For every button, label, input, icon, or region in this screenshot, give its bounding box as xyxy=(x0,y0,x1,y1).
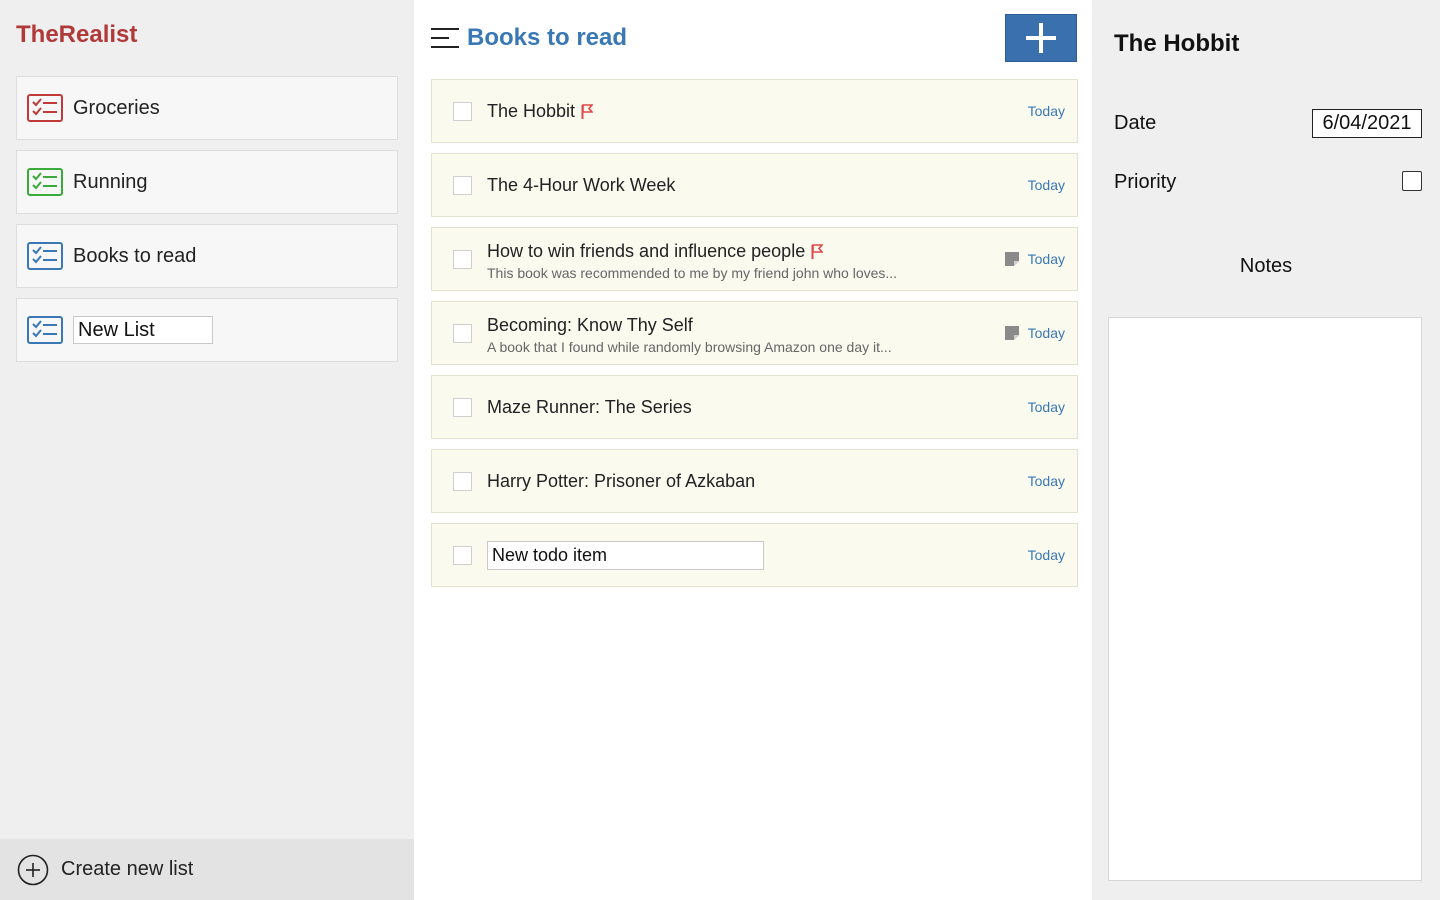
todo-checkbox[interactable] xyxy=(453,250,472,269)
new-list-name-input[interactable] xyxy=(73,316,213,344)
todo-checkbox[interactable] xyxy=(453,102,472,121)
list-label: Books to read xyxy=(73,244,197,267)
create-new-list-label: Create new list xyxy=(61,858,194,880)
todo-title-text: How to win friends and influence people xyxy=(487,241,806,261)
todo-item[interactable]: Maze Runner: The Series Today xyxy=(431,375,1078,439)
todo-item-new: Today xyxy=(431,523,1078,587)
date-label: Date xyxy=(1114,112,1157,134)
flag-icon xyxy=(581,104,594,119)
todo-list-panel: Books to read The Hobbit Today The 4-Hou… xyxy=(414,0,1092,900)
todo-note-preview: A book that I found while randomly brows… xyxy=(487,339,892,355)
create-new-list-button[interactable]: Create new list xyxy=(0,839,414,900)
note-icon xyxy=(1005,252,1019,266)
checklist-icon xyxy=(27,242,63,270)
checklist-icon xyxy=(27,94,63,122)
todo-item[interactable]: How to win friends and influence people … xyxy=(431,227,1078,291)
todo-note-preview: This book was recommended to me by my fr… xyxy=(487,265,898,281)
sidebar: TheRealist Groceries Running Books to re… xyxy=(0,0,414,900)
todo-due-date: Today xyxy=(1027,399,1065,415)
todo-title: The 4-Hour Work Week xyxy=(487,175,676,195)
todo-title: The Hobbit xyxy=(487,101,594,122)
sidebar-list-books-to-read[interactable]: Books to read xyxy=(16,224,398,288)
todo-item[interactable]: The Hobbit Today xyxy=(431,79,1078,143)
app-logo: TheRealist xyxy=(16,21,138,48)
plus-icon xyxy=(1026,23,1056,53)
list-label: Running xyxy=(73,170,148,193)
todo-checkbox[interactable] xyxy=(453,398,472,417)
detail-panel: The Hobbit Date 6/04/2021 Priority Notes xyxy=(1092,0,1440,900)
todo-due-date: Today xyxy=(1027,177,1065,193)
notes-textarea[interactable] xyxy=(1108,317,1422,881)
new-todo-input[interactable] xyxy=(487,541,764,570)
todo-item[interactable]: The 4-Hour Work Week Today xyxy=(431,153,1078,217)
list-label: Groceries xyxy=(73,96,160,119)
todo-title: How to win friends and influence people xyxy=(487,241,824,262)
todo-due-date: Today xyxy=(1027,547,1065,563)
todo-due-date: Today xyxy=(1027,325,1065,341)
notes-heading: Notes xyxy=(1239,255,1293,277)
date-field[interactable]: 6/04/2021 xyxy=(1312,109,1422,138)
checklist-icon xyxy=(27,316,63,344)
todo-title: Harry Potter: Prisoner of Azkaban xyxy=(487,471,756,491)
todo-title-text: The Hobbit xyxy=(487,101,576,121)
todo-checkbox[interactable] xyxy=(453,176,472,195)
todo-title: Becoming: Know Thy Self xyxy=(487,315,693,335)
priority-checkbox[interactable] xyxy=(1402,171,1422,191)
todo-item[interactable]: Becoming: Know Thy Self A book that I fo… xyxy=(431,301,1078,365)
todo-due-date: Today xyxy=(1027,473,1065,489)
todo-due-date: Today xyxy=(1027,251,1065,267)
add-todo-button[interactable] xyxy=(1005,14,1077,62)
priority-label: Priority xyxy=(1114,171,1177,193)
menu-icon[interactable] xyxy=(431,28,459,48)
todo-checkbox[interactable] xyxy=(453,546,472,565)
plus-circle-icon xyxy=(17,854,49,886)
todo-checkbox[interactable] xyxy=(453,472,472,491)
list-title: Books to read xyxy=(467,24,628,51)
todo-item[interactable]: Harry Potter: Prisoner of Azkaban Today xyxy=(431,449,1078,513)
todo-checkbox[interactable] xyxy=(453,324,472,343)
todo-title: Maze Runner: The Series xyxy=(487,397,692,417)
todo-due-date: Today xyxy=(1027,103,1065,119)
sidebar-list-new xyxy=(16,298,398,362)
sidebar-list-groceries[interactable]: Groceries xyxy=(16,76,398,140)
note-icon xyxy=(1005,326,1019,340)
flag-icon xyxy=(811,244,824,259)
sidebar-list-running[interactable]: Running xyxy=(16,150,398,214)
detail-title: The Hobbit xyxy=(1114,30,1240,57)
checklist-icon xyxy=(27,168,63,196)
